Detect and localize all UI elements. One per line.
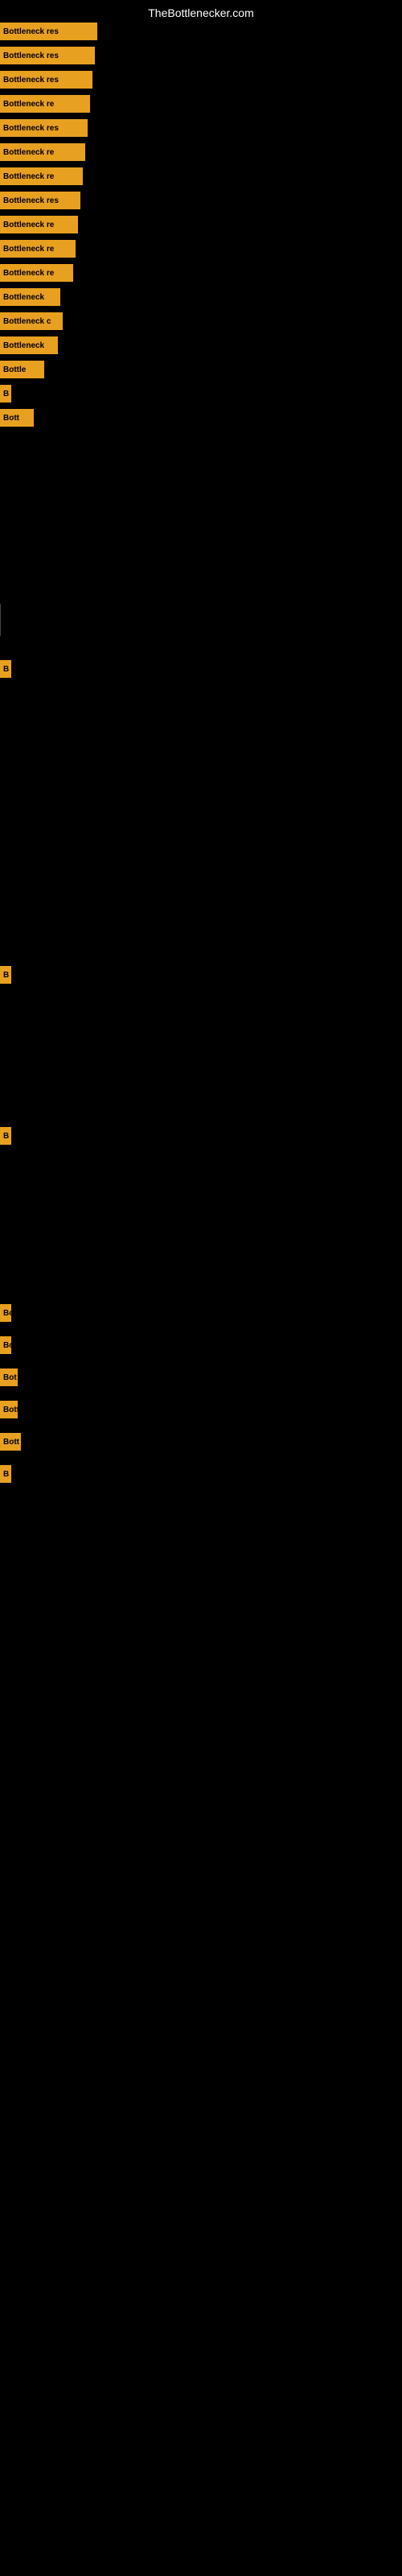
bar-item-21: Bo	[0, 1304, 11, 1322]
bar-item-7: Bottleneck res	[0, 192, 80, 209]
bar-item-22: Bo	[0, 1336, 11, 1354]
bar-item-3: Bottleneck re	[0, 95, 90, 113]
bar-item-14: Bottle	[0, 361, 44, 378]
bar-item-18: B	[0, 660, 11, 678]
bar-item-19: B	[0, 966, 11, 984]
bar-item-9: Bottleneck re	[0, 240, 76, 258]
bar-item-8: Bottleneck re	[0, 216, 78, 233]
vertical-line	[0, 604, 1, 636]
bar-item-12: Bottleneck c	[0, 312, 63, 330]
bar-item-20: B	[0, 1127, 11, 1145]
bar-item-23: Bot	[0, 1368, 18, 1386]
bar-item-5: Bottleneck re	[0, 143, 85, 161]
bar-item-16: Bott	[0, 409, 34, 427]
bar-item-13: Bottleneck	[0, 336, 58, 354]
bar-item-6: Bottleneck re	[0, 167, 83, 185]
bar-item-0: Bottleneck res	[0, 23, 97, 40]
bar-item-25: Bott	[0, 1433, 21, 1451]
bar-item-15: B	[0, 385, 11, 402]
bar-item-2: Bottleneck res	[0, 71, 92, 89]
bar-item-26: B	[0, 1465, 11, 1483]
site-title: TheBottlenecker.com	[148, 6, 254, 19]
bar-item-4: Bottleneck res	[0, 119, 88, 137]
bar-item-11: Bottleneck	[0, 288, 60, 306]
bar-item-1: Bottleneck res	[0, 47, 95, 64]
bar-item-24: Bott	[0, 1401, 18, 1418]
bar-item-10: Bottleneck re	[0, 264, 73, 282]
